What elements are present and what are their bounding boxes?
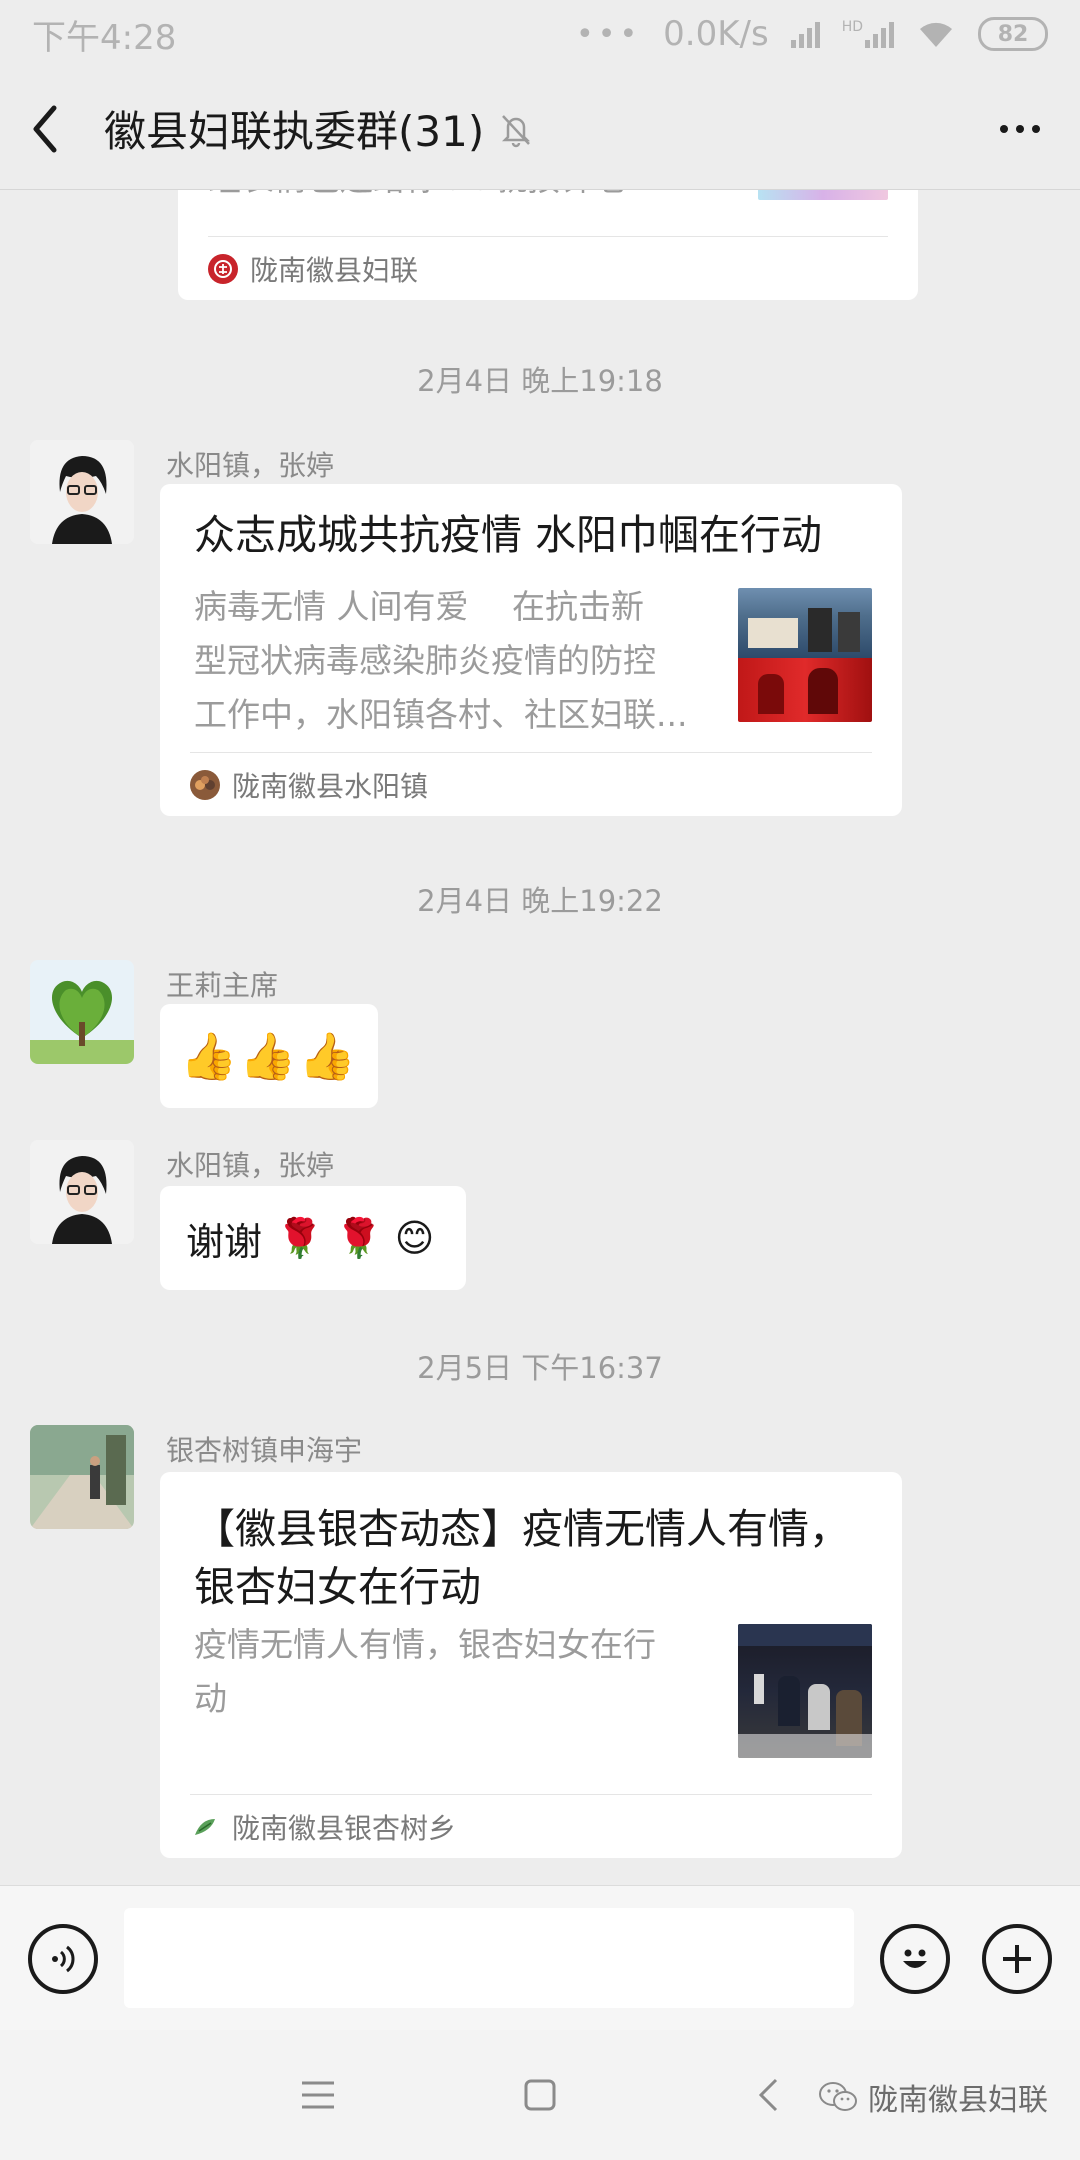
timestamp: 2月4日 晚上19:22 xyxy=(417,884,663,918)
voice-button[interactable] xyxy=(28,1924,98,1994)
description-line: 病毒无情 人间有爱 在抗击新 xyxy=(194,587,644,626)
battery-icon: 82 xyxy=(978,17,1048,51)
plus-icon xyxy=(1003,1945,1031,1973)
status-indicators: ••• 0.0K/s HD 82 xyxy=(576,14,1048,54)
link-card[interactable]: 【徽县银杏动态】疫情无情人有情， 银杏妇女在行动 疫情无情人有情，银杏妇女在行 … xyxy=(160,1472,902,1858)
link-card-thumbnail xyxy=(738,588,872,722)
link-card-thumbnail xyxy=(758,190,888,200)
status-time: 下午4:28 xyxy=(32,17,177,58)
link-card-source-name: 陇南徽县水阳镇 xyxy=(232,769,429,803)
sender-name: 王莉主席 xyxy=(166,969,279,1002)
chat-header: 徽县妇联执委群(31) xyxy=(0,68,1080,190)
wechat-logo-icon xyxy=(819,2082,857,2111)
sender-name: 银杏树镇申海宇 xyxy=(166,1434,363,1467)
hd-signal-icon: HD xyxy=(842,20,894,48)
avatar[interactable] xyxy=(30,440,134,544)
link-card-description: 组表情包送给你↓↓就按钟老... xyxy=(208,190,728,206)
sender-name: 水阳镇，张婷 xyxy=(166,449,335,482)
hd-label: HD xyxy=(841,19,863,35)
timestamp: 2月4日 晚上19:18 xyxy=(417,364,663,398)
timestamp: 2月5日 下午16:37 xyxy=(417,1351,663,1385)
system-nav-bar: 陇南徽县妇联 xyxy=(0,2030,1080,2160)
message-input[interactable] xyxy=(124,1908,854,2008)
nav-home-button[interactable] xyxy=(510,2070,570,2120)
description-line: 动 xyxy=(194,1679,227,1718)
title-line: 银杏妇女在行动 xyxy=(194,1563,481,1611)
link-card-title: 众志成城共抗疫情 水阳巾帼在行动 xyxy=(194,511,823,559)
more-dots-icon xyxy=(1000,124,1008,133)
message-bubble[interactable]: 谢谢 🌹 🌹 😊 xyxy=(160,1186,466,1290)
input-bar xyxy=(0,1885,1080,2030)
avatar[interactable] xyxy=(30,960,134,1064)
wifi-icon xyxy=(920,22,952,47)
link-card-source: 陇南徽县妇联 xyxy=(208,236,888,300)
title-line: 【徽县银杏动态】疫情无情人有情， xyxy=(194,1505,850,1553)
ginkgo-logo-icon xyxy=(190,1811,220,1842)
link-card-source: 陇南徽县水阳镇 xyxy=(190,752,872,816)
avatar[interactable] xyxy=(30,1425,134,1529)
link-card[interactable]: 众志成城共抗疫情 水阳巾帼在行动 病毒无情 人间有爱 在抗击新 型冠状病毒感染肺… xyxy=(160,484,902,816)
nav-back-button[interactable] xyxy=(738,2070,798,2120)
chat-title: 徽县妇联执委群(31) xyxy=(104,107,485,156)
sender-name: 水阳镇，张婷 xyxy=(166,1149,335,1182)
town-logo-icon xyxy=(190,769,220,800)
link-card-source: 陇南徽县银杏树乡 xyxy=(190,1794,872,1858)
emoji-button[interactable] xyxy=(880,1924,950,1994)
womens-federation-logo-icon xyxy=(208,253,238,284)
back-button[interactable] xyxy=(30,99,74,159)
link-card-thumbnail xyxy=(738,1624,872,1758)
nav-back-icon xyxy=(758,2078,778,2112)
more-button[interactable] xyxy=(990,99,1050,159)
notification-dots: ••• xyxy=(576,16,642,52)
link-card-description: 疫情无情人有情，银杏妇女在行 动 xyxy=(194,1618,714,1726)
link-card-partial[interactable]: 组表情包送给你↓↓就按钟老... 陇南徽县妇联 xyxy=(178,190,918,300)
add-button[interactable] xyxy=(982,1924,1052,1994)
description-line: 疫情无情人有情，银杏妇女在行 xyxy=(194,1625,656,1664)
description-line: 型冠状病毒感染肺炎疫情的防控 xyxy=(194,641,656,680)
avatar-woman-glasses-icon xyxy=(30,1140,134,1244)
watermark-text: 陇南徽县妇联 xyxy=(868,2083,1048,2118)
bell-off-icon xyxy=(502,114,531,147)
chevron-left-icon xyxy=(33,105,57,152)
link-card-description: 病毒无情 人间有爱 在抗击新 型冠状病毒感染肺炎疫情的防控 工作中，水阳镇各村、… xyxy=(194,580,714,742)
chat-area[interactable]: 组表情包送给你↓↓就按钟老... 陇南徽县妇联 2月4日 晚上19:18 水阳镇… xyxy=(0,190,1080,1885)
link-card-source-name: 陇南徽县妇联 xyxy=(250,253,419,287)
avatar-woman-glasses-icon xyxy=(30,440,134,544)
link-card-title: 【徽县银杏动态】疫情无情人有情， 银杏妇女在行动 xyxy=(194,1500,874,1616)
signal-icon xyxy=(790,20,820,48)
watermark: 陇南徽县妇联 xyxy=(818,2075,1048,2119)
avatar-heart-tree-icon xyxy=(30,960,134,1064)
square-icon xyxy=(524,2079,556,2111)
message-text: 谢谢 xyxy=(186,1219,263,1264)
avatar[interactable] xyxy=(30,1140,134,1244)
status-bar: 下午4:28 ••• 0.0K/s HD 82 xyxy=(0,0,1080,68)
message-bubble[interactable]: 👍👍👍 xyxy=(160,1004,378,1108)
thumbs-up-emojis: 👍👍👍 xyxy=(180,1028,358,1083)
nav-menu-button[interactable] xyxy=(288,2070,348,2120)
menu-icon xyxy=(302,2081,334,2109)
link-card-source-name: 陇南徽县银杏树乡 xyxy=(232,1811,457,1845)
network-speed: 0.0K/s xyxy=(663,14,769,54)
description-line: 工作中，水阳镇各村、社区妇联... xyxy=(194,695,688,734)
avatar-street-photo-icon xyxy=(30,1425,134,1529)
voice-icon xyxy=(52,1945,75,1973)
emoji-icon xyxy=(903,1949,927,1968)
rose-smile-emojis: 🌹 🌹 😊 xyxy=(276,1215,435,1260)
